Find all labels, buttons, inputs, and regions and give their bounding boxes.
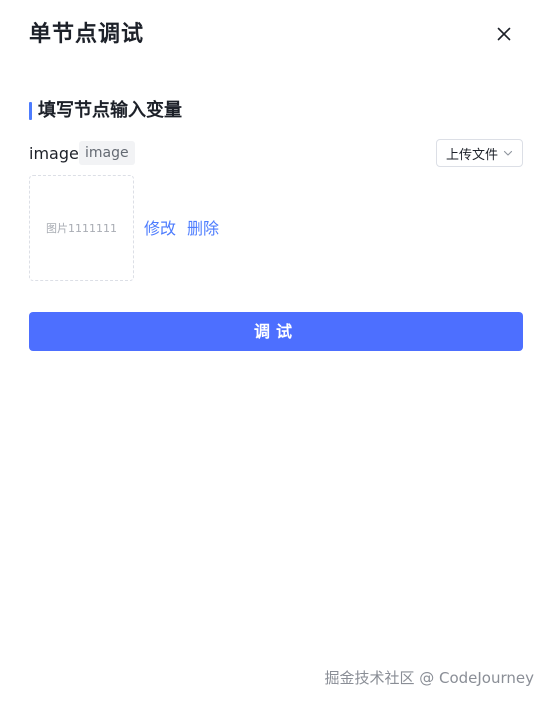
watermark: 掘金技术社区 @ CodeJourney	[324, 669, 534, 687]
variable-name: image	[29, 144, 79, 163]
section-header: 填写节点输入变量	[29, 99, 182, 123]
panel-title: 单节点调试	[29, 22, 145, 47]
section-accent-bar	[29, 102, 32, 120]
variable-row: image image 上传文件	[29, 139, 523, 168]
variable-type-tag: image	[79, 141, 135, 165]
debug-panel: 单节点调试 填写节点输入变量 image image 上传文件 图片111111…	[0, 0, 552, 706]
section-title: 填写节点输入变量	[38, 100, 182, 121]
upload-file-select[interactable]: 上传文件	[436, 139, 523, 167]
debug-button[interactable]: 调试	[29, 312, 523, 351]
upload-select-label: 上传文件	[446, 147, 499, 163]
chevron-down-icon	[502, 147, 514, 159]
close-button[interactable]	[492, 22, 516, 46]
image-preview[interactable]: 图片1111111	[29, 175, 134, 281]
close-icon	[492, 22, 516, 46]
delete-link[interactable]: 删除	[187, 218, 219, 240]
edit-link[interactable]: 修改	[144, 218, 176, 240]
image-placeholder-text: 图片1111111	[46, 222, 117, 235]
